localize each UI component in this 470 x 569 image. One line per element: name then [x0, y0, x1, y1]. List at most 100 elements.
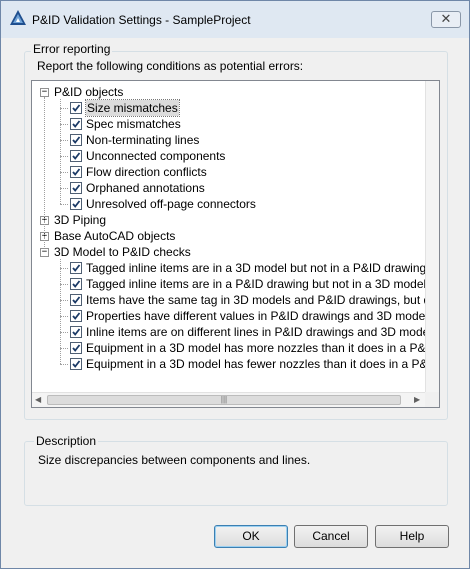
close-button[interactable]: ✕ — [431, 11, 461, 28]
checkbox[interactable] — [70, 326, 82, 338]
tree-item-node[interactable]: Tagged inline items are in a 3D model bu… — [32, 260, 427, 276]
close-icon: ✕ — [440, 11, 452, 26]
tree-item-label: Unresolved off-page connectors — [86, 197, 256, 211]
checkmark-icon — [72, 120, 81, 128]
tree-item-label: Spec mismatches — [86, 117, 181, 131]
scroll-right-icon[interactable]: ▶ — [414, 395, 420, 404]
checkmark-icon — [72, 152, 81, 160]
tree-node-label: P&ID objects — [54, 85, 124, 99]
tree-connector-line — [60, 268, 68, 269]
tree-item-node[interactable]: Items have the same tag in 3D models and… — [32, 292, 427, 308]
checkbox[interactable] — [70, 150, 82, 162]
tree-item-node[interactable]: Properties have different values in P&ID… — [32, 308, 427, 324]
tree-item-node[interactable]: Unconnected components — [32, 148, 427, 164]
tree-connector-line — [60, 140, 68, 141]
tree-connector-line — [60, 364, 68, 365]
checkbox[interactable] — [70, 342, 82, 354]
tree-item-label: Non-terminating lines — [86, 133, 200, 147]
tree-group-node[interactable]: + Base AutoCAD objects — [32, 228, 427, 244]
collapse-icon[interactable]: − — [40, 88, 49, 97]
tree-item-label: Unconnected components — [86, 149, 226, 163]
checkmark-icon — [72, 136, 81, 144]
scrollbar-corner — [425, 392, 439, 407]
tree-group-node[interactable]: − P&ID objects — [32, 84, 427, 100]
collapse-icon[interactable]: − — [40, 248, 49, 257]
tree-item-node[interactable]: Non-terminating lines — [32, 132, 427, 148]
checkbox[interactable] — [70, 262, 82, 274]
checkbox[interactable] — [70, 198, 82, 210]
tree-connector-line — [60, 348, 68, 349]
checkmark-icon — [72, 344, 81, 352]
tree-node-label: 3D Piping — [54, 213, 107, 227]
checkmark-icon — [72, 264, 81, 272]
help-button[interactable]: Help — [375, 525, 449, 548]
tree-connector-line — [60, 108, 68, 109]
description-group — [24, 441, 448, 506]
checkmark-icon — [72, 296, 81, 304]
tree-connector-line — [60, 204, 68, 205]
cancel-button[interactable]: Cancel — [294, 525, 368, 548]
window-title: P&ID Validation Settings - SampleProject — [32, 13, 251, 27]
tree-item-node[interactable]: Tagged inline items are in a P&ID drawin… — [32, 276, 427, 292]
checkbox[interactable] — [70, 310, 82, 322]
tree-item-node[interactable]: Inline items are on different lines in P… — [32, 324, 427, 340]
checkbox[interactable] — [70, 118, 82, 130]
tree-connector-line — [60, 172, 68, 173]
checkmark-icon — [72, 200, 81, 208]
checkmark-icon — [72, 312, 81, 320]
tree-item-label: Equipment in a 3D model has fewer nozzle… — [86, 357, 427, 371]
tree-item-node[interactable]: Equipment in a 3D model has more nozzles… — [32, 340, 427, 356]
tree-item-label: Items have the same tag in 3D models and… — [86, 293, 427, 307]
checkbox[interactable] — [70, 278, 82, 290]
tree-connector-line — [60, 124, 68, 125]
checkbox[interactable] — [70, 294, 82, 306]
tree-item-label: Size mismatches — [85, 99, 180, 117]
checkbox[interactable] — [70, 182, 82, 194]
tree-connector-line — [60, 284, 68, 285]
autocad-logo-icon — [9, 9, 27, 27]
checkbox[interactable] — [70, 102, 82, 114]
tree-item-label: Tagged inline items are in a P&ID drawin… — [86, 277, 427, 291]
tree-connector-line — [60, 188, 68, 189]
tree-horizontal-scrollbar[interactable]: ◀ ||| ▶ — [32, 392, 425, 407]
description-text: Size discrepancies between components an… — [38, 453, 311, 467]
tree-item-node[interactable]: Spec mismatches — [32, 116, 427, 132]
tree-item-node[interactable]: Equipment in a 3D model has fewer nozzle… — [32, 356, 427, 372]
description-title: Description — [34, 434, 99, 448]
tree-item-label: Orphaned annotations — [86, 181, 205, 195]
tree-item-label: Inline items are on different lines in P… — [86, 325, 427, 339]
error-reporting-instruction: Report the following conditions as poten… — [37, 59, 304, 73]
tree-vertical-scrollbar[interactable] — [425, 81, 439, 392]
tree-group-node[interactable]: +3D Piping — [32, 212, 427, 228]
tree-group-node[interactable]: −3D Model to P&ID checks — [32, 244, 427, 260]
checkmark-icon — [72, 360, 81, 368]
tree-node-label: 3D Model to P&ID checks — [54, 245, 191, 259]
scroll-thumb-grip-icon: ||| — [220, 395, 228, 404]
tree-item-node[interactable]: Unresolved off-page connectors — [32, 196, 427, 212]
scroll-thumb[interactable]: ||| — [47, 395, 401, 405]
tree-item-label: Properties have different values in P&ID… — [86, 309, 427, 323]
tree-item-label: Flow direction conflicts — [86, 165, 207, 179]
error-reporting-title: Error reporting — [31, 42, 113, 56]
checkmark-icon — [72, 328, 81, 336]
tree-item-node[interactable]: Orphaned annotations — [32, 180, 427, 196]
checkmark-icon — [72, 280, 81, 288]
checkmark-icon — [72, 184, 81, 192]
tree-item-node[interactable]: Flow direction conflicts — [32, 164, 427, 180]
tree-connector-line — [60, 156, 68, 157]
checkmark-icon — [72, 168, 81, 176]
tree-connector-line — [44, 97, 45, 247]
tree-item-node[interactable]: Size mismatches — [32, 99, 427, 117]
tree-connector-line — [60, 316, 68, 317]
scroll-left-icon[interactable]: ◀ — [35, 395, 41, 404]
validation-tree[interactable]: − P&ID objects Size mismatches Spec mismatc… — [31, 80, 440, 408]
checkbox[interactable] — [70, 358, 82, 370]
tree-node-label: Base AutoCAD objects — [54, 229, 176, 243]
checkbox[interactable] — [70, 166, 82, 178]
title-bar: P&ID Validation Settings - SampleProject… — [1, 1, 469, 38]
tree-view-area: − P&ID objects Size mismatches Spec mismatc… — [32, 81, 427, 392]
checkbox[interactable] — [70, 134, 82, 146]
ok-button[interactable]: OK — [214, 525, 288, 548]
tree-item-label: Equipment in a 3D model has more nozzles… — [86, 341, 427, 355]
tree-connector-line — [60, 332, 68, 333]
